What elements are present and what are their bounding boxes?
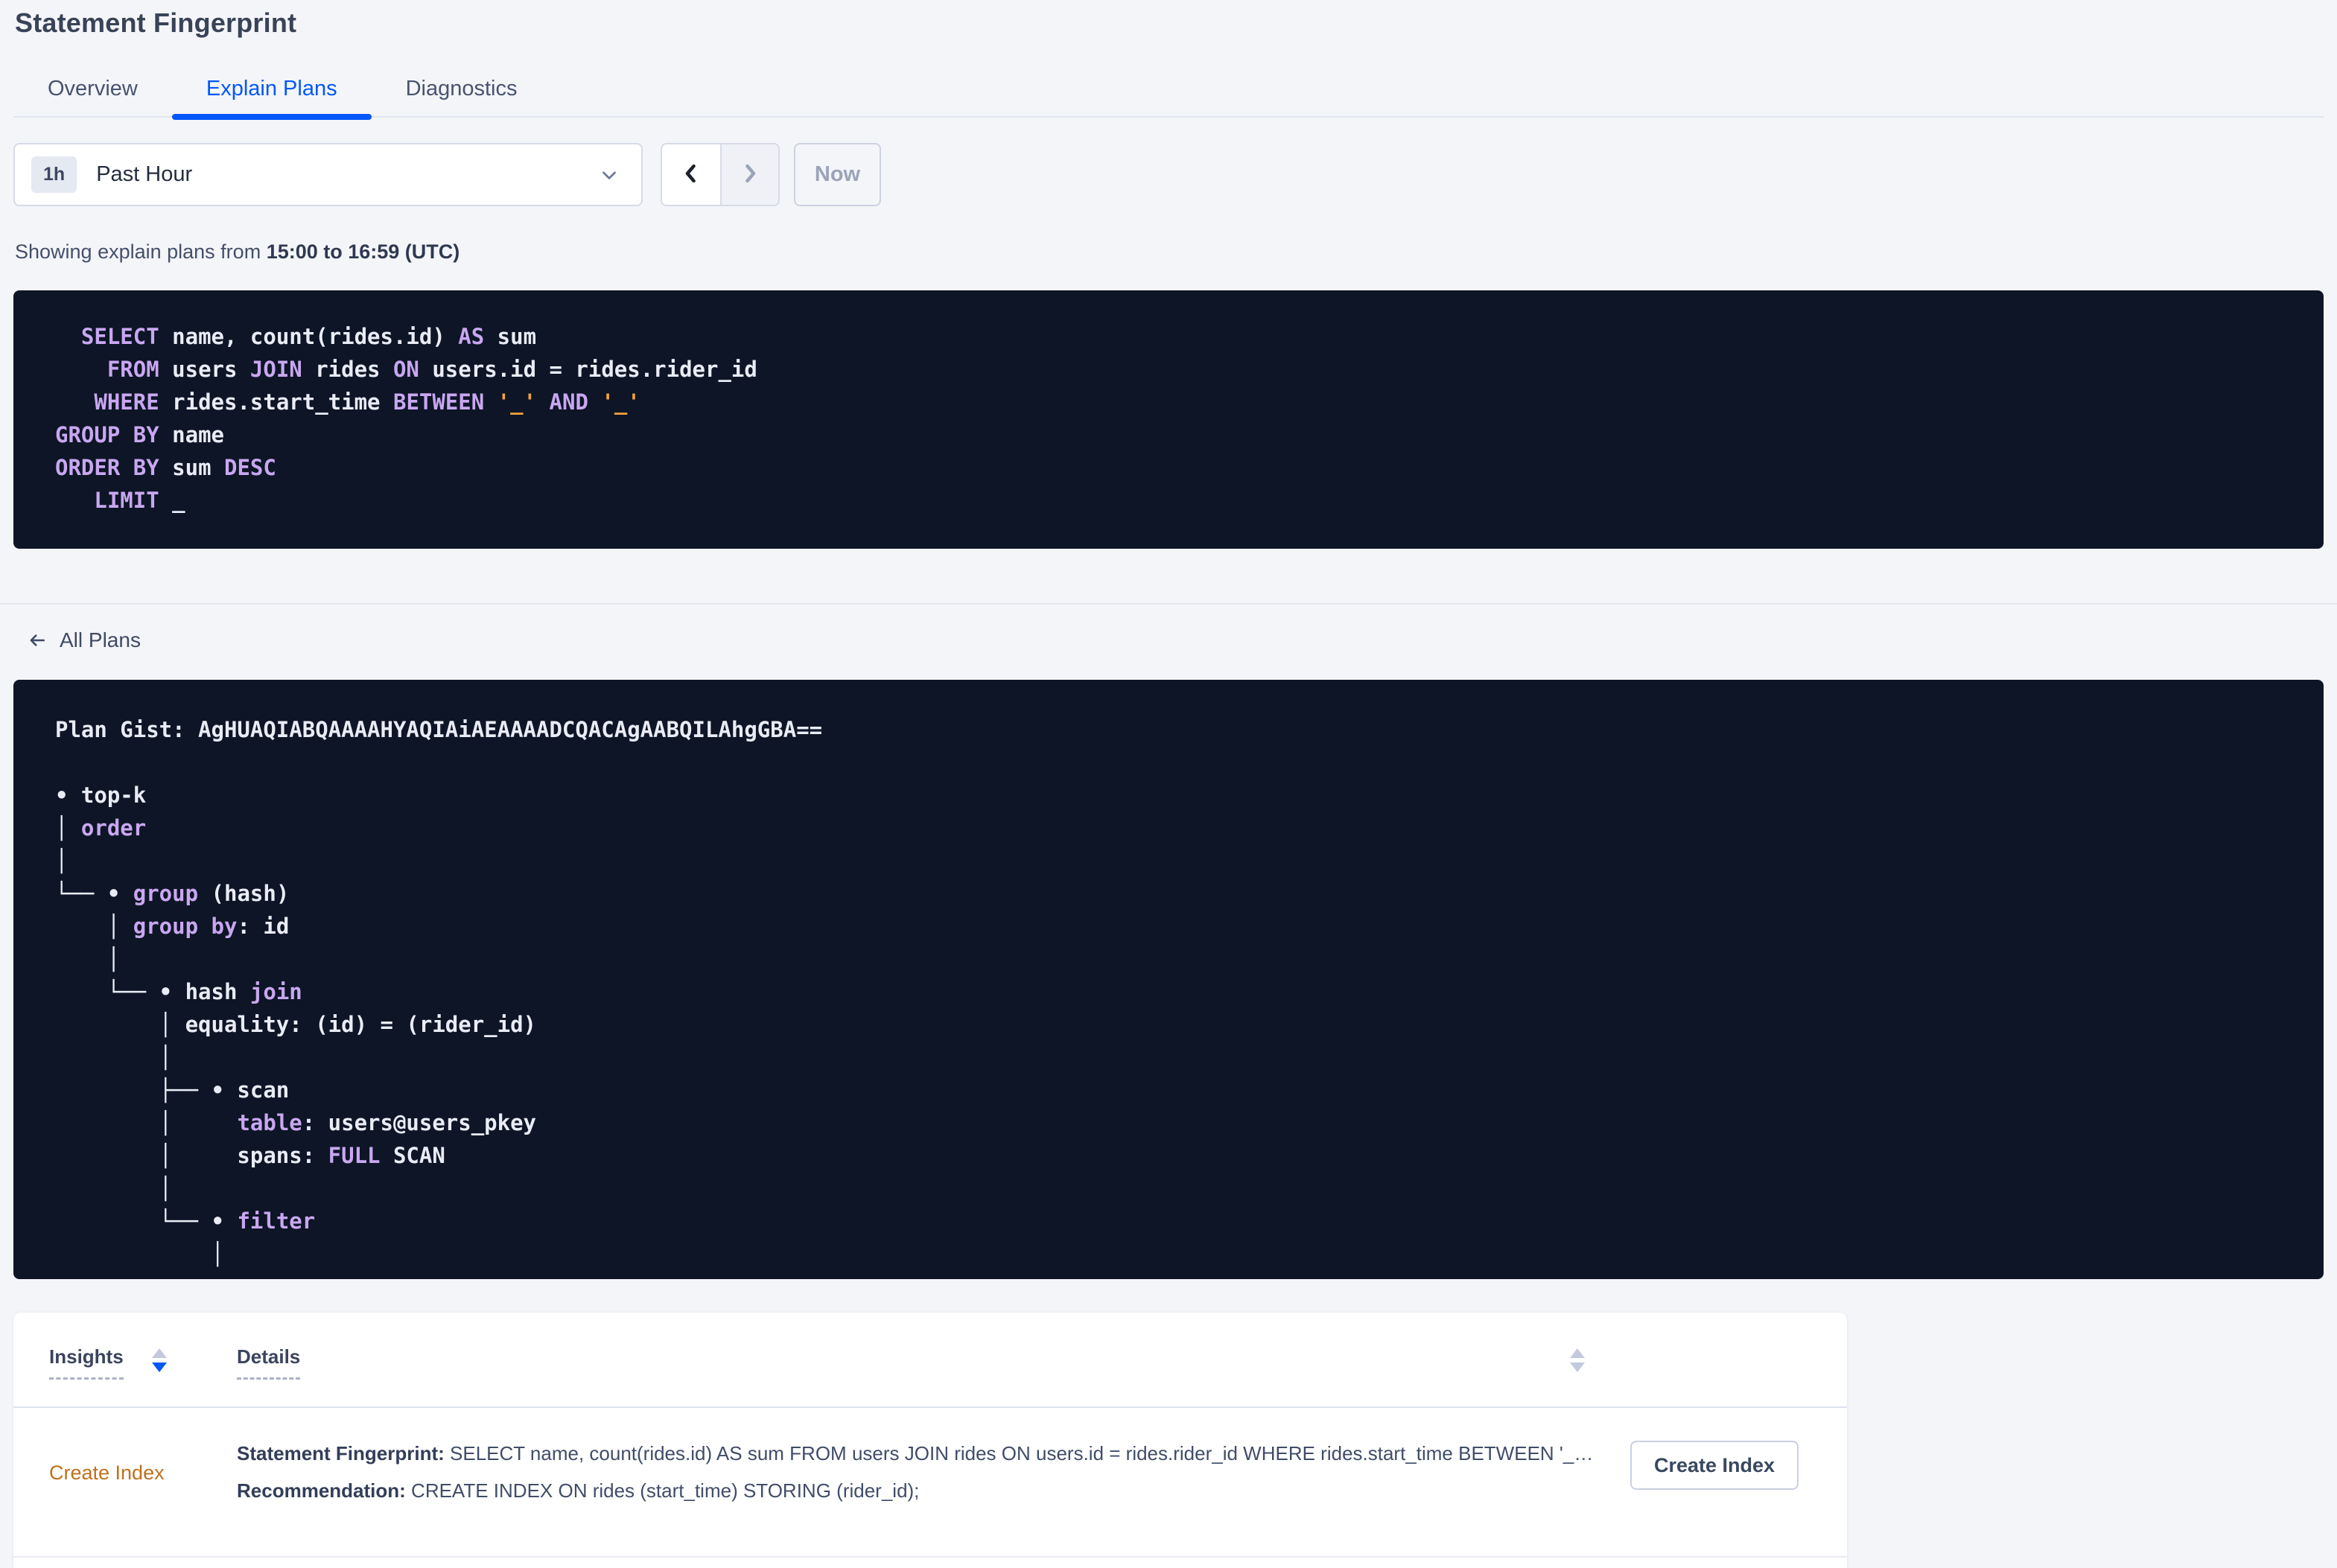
- column-header-details[interactable]: Details: [237, 1345, 1603, 1406]
- code-line: │ spans: FULL SCAN: [55, 1143, 445, 1168]
- code-line: Plan Gist: AgHUAQIABQAAAAHYAQIAiAEAAAADC…: [55, 717, 823, 742]
- code-line: │ group by: id: [55, 914, 290, 939]
- insight-type-cell: Create Index: [49, 1435, 237, 1556]
- time-nav-group: [661, 143, 780, 206]
- all-plans-back-link[interactable]: All Plans: [27, 628, 141, 652]
- code-line: └── • filter: [55, 1208, 316, 1234]
- insight-details-cell: Statement Fingerprint: SELECT name, coun…: [237, 1435, 1603, 1556]
- code-line: │: [55, 848, 69, 873]
- all-plans-label: All Plans: [60, 628, 141, 651]
- insights-table-header: Insights Details: [13, 1313, 1847, 1408]
- insight-table-row: Create Index Statement Fingerprint: SELE…: [13, 1408, 1847, 1558]
- time-range-select[interactable]: 1h Past Hour: [13, 143, 643, 206]
- time-range-badge: 1h: [31, 156, 77, 193]
- code-line: LIMIT _: [94, 488, 185, 513]
- insights-header-label: Insights: [49, 1345, 124, 1380]
- code-line: SELECT name, count(rides.id) AS sum: [80, 324, 537, 349]
- code-line: │ table: users@users_pkey: [55, 1110, 537, 1135]
- code-line: └── • group (hash): [55, 881, 290, 906]
- code-line: ORDER BY sum DESC: [55, 455, 276, 480]
- showing-range-value: 15:00 to 16:59 (UTC): [266, 240, 460, 263]
- tab-explain-plans[interactable]: Explain Plans: [171, 67, 372, 120]
- code-line: │ order: [55, 815, 147, 841]
- statement-fingerprint-detail: Statement Fingerprint: SELECT name, coun…: [237, 1442, 1594, 1465]
- next-time-button[interactable]: [720, 144, 778, 205]
- code-line: WHERE rides.start_time BETWEEN '_' AND '…: [94, 389, 640, 415]
- statement-fingerprint-page: Statement Fingerprint Overview Explain P…: [0, 7, 2337, 1568]
- sort-arrows-icon: [1570, 1348, 1585, 1372]
- insights-table-card: Insights Details Create Index Statement …: [13, 1313, 1847, 1568]
- details-header-label: Details: [237, 1345, 301, 1380]
- tab-bar: Overview Explain Plans Diagnostics: [13, 67, 2324, 120]
- now-button[interactable]: Now: [794, 143, 881, 206]
- code-line: │: [55, 1176, 173, 1201]
- code-line: │: [55, 1241, 224, 1266]
- tab-overview[interactable]: Overview: [13, 67, 172, 116]
- prev-time-button[interactable]: [662, 144, 720, 205]
- chevron-left-icon: [678, 161, 704, 188]
- section-divider: [0, 603, 2337, 605]
- code-line: │: [55, 1045, 173, 1070]
- insight-action-cell: Create Index: [1603, 1435, 1826, 1556]
- create-index-insight-link[interactable]: Create Index: [49, 1462, 165, 1484]
- code-line: │: [55, 946, 121, 972]
- chevron-right-icon: [737, 161, 763, 188]
- code-line: • top-k: [55, 783, 147, 808]
- code-line: FROM users JOIN rides ON users.id = ride…: [106, 357, 757, 382]
- time-range-label: Past Hour: [96, 162, 193, 186]
- chevron-down-icon: [598, 164, 620, 186]
- create-index-button[interactable]: Create Index: [1629, 1441, 1799, 1490]
- column-header-action: [1603, 1345, 1826, 1406]
- plan-gist-box: Plan Gist: AgHUAQIABQAAAAHYAQIAiAEAAAADC…: [13, 680, 2324, 1279]
- sql-statement-box: SELECT name, count(rides.id) AS sum FROM…: [13, 290, 2324, 549]
- time-toolbar: 1h Past Hour Now: [13, 143, 2324, 206]
- recommendation-detail: Recommendation: CREATE INDEX ON rides (s…: [237, 1479, 920, 1502]
- showing-range-text: Showing explain plans from 15:00 to 16:5…: [15, 240, 460, 263]
- column-header-insights[interactable]: Insights: [49, 1345, 237, 1406]
- code-line: GROUP BY name: [55, 422, 224, 447]
- arrow-left-icon: [27, 630, 48, 651]
- page-title: Statement Fingerprint: [15, 7, 297, 38]
- code-line: │ equality: (id) = (rider_id): [55, 1012, 537, 1037]
- code-line: ├── • scan: [55, 1077, 290, 1103]
- code-line: └── • hash join: [55, 979, 302, 1004]
- tab-diagnostics[interactable]: Diagnostics: [372, 67, 552, 116]
- sort-arrows-icon: [151, 1348, 167, 1372]
